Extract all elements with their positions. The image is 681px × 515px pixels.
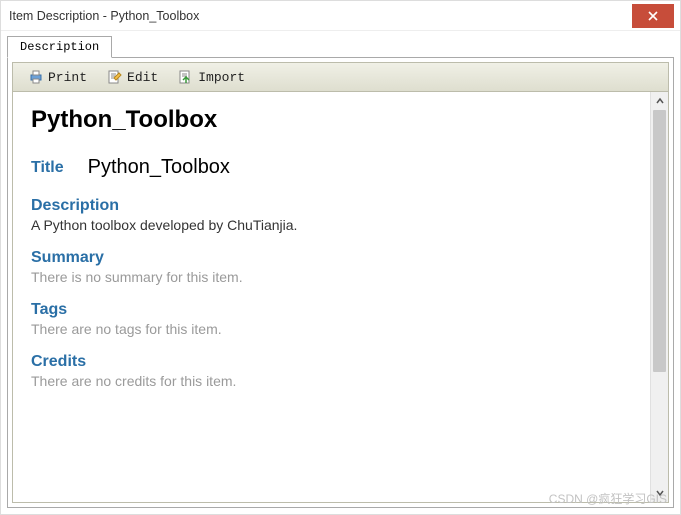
- chevron-down-icon: [655, 488, 665, 498]
- summary-label: Summary: [31, 249, 632, 267]
- close-button[interactable]: [632, 4, 674, 28]
- scroll-thumb[interactable]: [653, 110, 666, 372]
- tags-label: Tags: [31, 301, 632, 319]
- description-label: Description: [31, 197, 632, 215]
- print-label: Print: [48, 70, 87, 85]
- printer-icon: [28, 69, 44, 85]
- import-label: Import: [198, 70, 245, 85]
- title-label: Title: [31, 159, 64, 177]
- edit-label: Edit: [127, 70, 158, 85]
- scroll-track[interactable]: [651, 110, 668, 484]
- content-wrap: Python_Toolbox Title Python_Toolbox Desc…: [12, 92, 669, 503]
- import-button[interactable]: Import: [169, 66, 254, 88]
- description-value: A Python toolbox developed by ChuTianjia…: [31, 217, 632, 233]
- tab-panel: Print Edit Import: [7, 57, 674, 508]
- summary-placeholder: There is no summary for this item.: [31, 269, 632, 285]
- credits-label: Credits: [31, 353, 632, 371]
- credits-section: Credits There are no credits for this it…: [31, 353, 632, 389]
- titlebar: Item Description - Python_Toolbox: [1, 1, 680, 31]
- tab-description[interactable]: Description: [7, 36, 112, 58]
- summary-section: Summary There is no summary for this ite…: [31, 249, 632, 285]
- description-section: Description A Python toolbox developed b…: [31, 197, 632, 233]
- edit-button[interactable]: Edit: [98, 66, 167, 88]
- window: Item Description - Python_Toolbox Descri…: [0, 0, 681, 515]
- edit-icon: [107, 69, 123, 85]
- dialog-body: Description Print: [1, 31, 680, 514]
- window-title: Item Description - Python_Toolbox: [9, 9, 199, 23]
- content-area: Python_Toolbox Title Python_Toolbox Desc…: [13, 92, 650, 502]
- import-icon: [178, 69, 194, 85]
- vertical-scrollbar[interactable]: [650, 92, 668, 502]
- title-row: Title Python_Toolbox: [31, 156, 632, 179]
- print-button[interactable]: Print: [19, 66, 96, 88]
- scroll-down-arrow[interactable]: [651, 484, 668, 502]
- toolbar: Print Edit Import: [12, 62, 669, 92]
- scroll-up-arrow[interactable]: [651, 92, 668, 110]
- tags-section: Tags There are no tags for this item.: [31, 301, 632, 337]
- tab-row: Description: [7, 35, 674, 57]
- tags-placeholder: There are no tags for this item.: [31, 321, 632, 337]
- close-icon: [645, 8, 661, 24]
- item-heading: Python_Toolbox: [31, 106, 632, 134]
- credits-placeholder: There are no credits for this item.: [31, 373, 632, 389]
- chevron-up-icon: [655, 96, 665, 106]
- title-value: Python_Toolbox: [88, 156, 230, 179]
